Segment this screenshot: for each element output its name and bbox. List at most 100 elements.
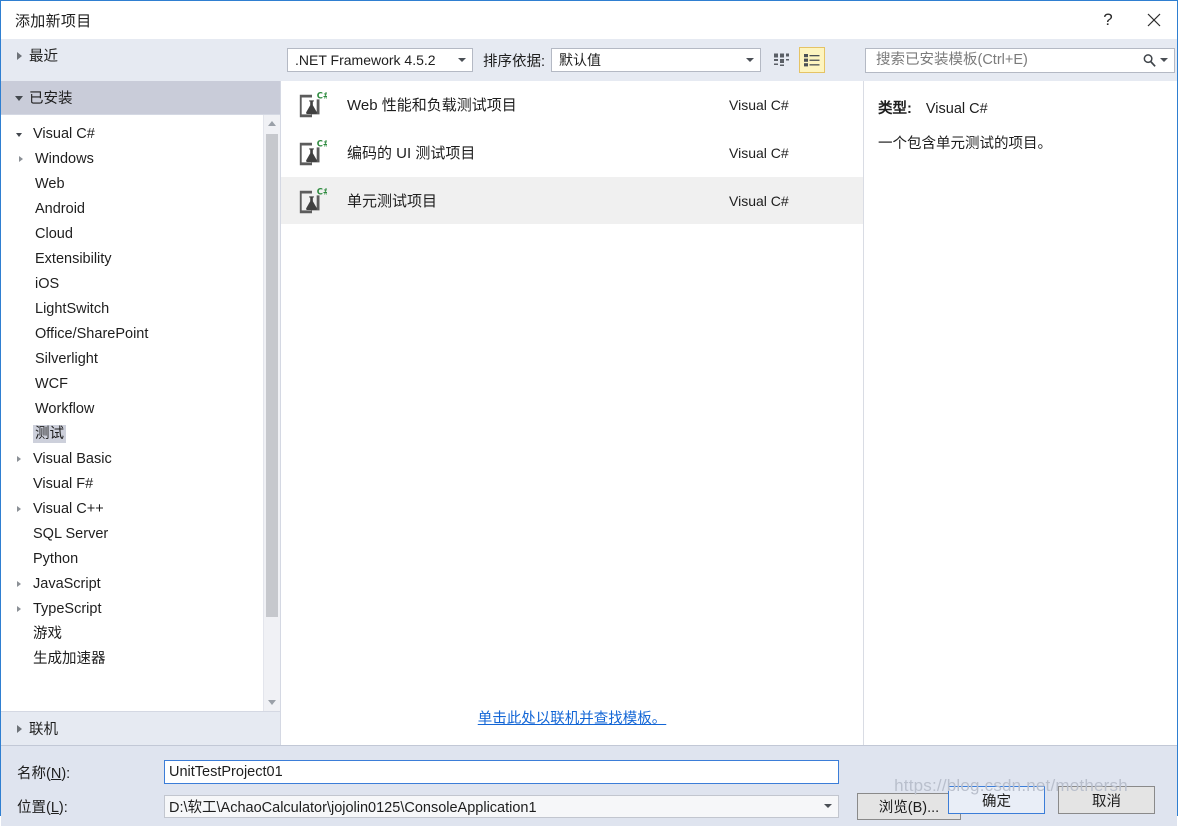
- tree-item[interactable]: Visual F#: [1, 471, 263, 496]
- location-dropdown[interactable]: D:\软工\AchaoCalculator\jojolin0125\Consol…: [164, 794, 839, 818]
- tree-item[interactable]: Extensibility: [1, 246, 263, 271]
- tree-item-label: 游戏: [33, 625, 62, 642]
- toolbar-left-spacer: 最近: [1, 39, 281, 81]
- template-list-item[interactable]: C# Web 性能和负载测试项目 Visual C#: [281, 81, 863, 129]
- tree-item[interactable]: 测试: [1, 421, 263, 446]
- online-templates-link-wrap: 单击此处以联机并查找模板。: [281, 701, 863, 745]
- chevron-down-icon: [452, 58, 472, 62]
- search-box[interactable]: [865, 47, 1175, 73]
- tree-item[interactable]: TypeScript: [1, 596, 263, 621]
- scroll-up-button[interactable]: [264, 115, 280, 132]
- template-list-item[interactable]: C# 单元测试项目 Visual C#: [281, 177, 863, 225]
- tree-item[interactable]: Windows: [1, 146, 263, 171]
- category-tree: Visual C# Windows Web Android Cloud Extensibi…: [1, 114, 280, 712]
- search-button[interactable]: [1140, 49, 1170, 71]
- ok-button[interactable]: 确定: [948, 786, 1045, 814]
- toolbar-row: 最近 .NET Framework 4.5.2 排序依据: 默认值: [1, 39, 1177, 81]
- tree-item-label: Windows: [35, 150, 94, 167]
- group-installed[interactable]: 已安装: [1, 81, 280, 114]
- csharp-test-project-icon: C#: [299, 186, 327, 213]
- tree-item[interactable]: iOS: [1, 271, 263, 296]
- tree-item[interactable]: Silverlight: [1, 346, 263, 371]
- chevron-down-icon: [9, 131, 29, 137]
- help-button[interactable]: ?: [1085, 1, 1131, 39]
- scrollbar-thumb[interactable]: [266, 134, 278, 618]
- tree-item[interactable]: SQL Server: [1, 521, 263, 546]
- svg-text:C#: C#: [317, 138, 327, 148]
- tree-item[interactable]: 游戏: [1, 621, 263, 646]
- detail-type-row: 类型: Visual C#: [878, 97, 1163, 118]
- tree-item-label: TypeScript: [33, 600, 102, 617]
- chevron-right-icon: [9, 724, 29, 733]
- add-new-item-dialog: 添加新项目 ? 最近 .NET Framework 4.5.2 排序依据: 默认…: [0, 0, 1178, 826]
- template-language: Visual C#: [729, 192, 789, 209]
- group-online[interactable]: 联机: [1, 712, 280, 745]
- browse-button[interactable]: 浏览(B)...: [857, 792, 961, 820]
- tree-item[interactable]: Visual C#: [1, 121, 263, 146]
- template-list-item[interactable]: C# 编码的 UI 测试项目 Visual C#: [281, 129, 863, 177]
- chevron-down-icon: [9, 94, 29, 101]
- template-language: Visual C#: [729, 96, 789, 113]
- scrollbar-track[interactable]: [264, 132, 280, 694]
- group-recent-label: 最近: [29, 49, 58, 65]
- template-name: Web 性能和负载测试项目: [347, 97, 517, 114]
- detail-type-value: Visual C#: [925, 101, 988, 117]
- sort-by-value: 默认值: [559, 52, 602, 68]
- search-input[interactable]: [874, 51, 1140, 69]
- sort-by-label: 排序依据:: [483, 53, 546, 70]
- scroll-down-button[interactable]: [264, 694, 280, 711]
- detail-description: 一个包含单元测试的项目。: [878, 136, 1052, 152]
- tree-item-label: JavaScript: [33, 575, 101, 592]
- categories-panel: 已安装 Visual C# Windows Web Android Cloud Exten…: [1, 81, 281, 745]
- online-templates-link[interactable]: 单击此处以联机并查找模板。: [478, 707, 667, 728]
- name-row: 名称(N):: [1, 758, 1177, 786]
- view-mode-buttons: [769, 47, 826, 73]
- templates-panel: C# Web 性能和负载测试项目 Visual C# C# 编码的 UI 测试项目 Vis…: [281, 81, 864, 745]
- list-view-button[interactable]: [799, 47, 826, 73]
- close-button[interactable]: [1131, 1, 1177, 39]
- search-wrap: [865, 47, 1175, 73]
- csharp-test-project-icon: C#: [299, 138, 327, 165]
- template-name: 编码的 UI 测试项目: [347, 145, 476, 162]
- tree-item[interactable]: Android: [1, 196, 263, 221]
- tree-item[interactable]: LightSwitch: [1, 296, 263, 321]
- tree-item[interactable]: JavaScript: [1, 571, 263, 596]
- tree-item-label: Visual C#: [33, 125, 95, 142]
- group-recent[interactable]: 最近: [1, 39, 281, 72]
- tree-item[interactable]: Web: [1, 171, 263, 196]
- details-panel: 类型: Visual C# 一个包含单元测试的项目。: [864, 81, 1177, 745]
- chevron-right-icon: [11, 155, 31, 162]
- group-online-label: 联机: [29, 722, 58, 738]
- tree-item[interactable]: Cloud: [1, 221, 263, 246]
- category-tree-scrollbar[interactable]: [263, 115, 280, 711]
- csharp-test-project-icon: C#: [299, 90, 327, 117]
- svg-text:C#: C#: [317, 186, 327, 196]
- tree-item-label: WCF: [35, 375, 69, 392]
- bottom-form: 名称(N): 位置(L): D:\软工\AchaoCalculator\jojo…: [1, 745, 1177, 826]
- cancel-button[interactable]: 取消: [1058, 786, 1155, 814]
- template-icon: C#: [291, 186, 333, 216]
- tree-item[interactable]: Visual C++: [1, 496, 263, 521]
- tree-item-label: Silverlight: [35, 350, 98, 367]
- tree-item-label: Web: [35, 175, 65, 192]
- tree-item[interactable]: Python: [1, 546, 263, 571]
- chevron-right-icon: [9, 51, 29, 60]
- tiles-view-button[interactable]: [769, 47, 795, 73]
- sort-by-dropdown[interactable]: 默认值: [551, 48, 762, 72]
- tree-item-label: 测试: [33, 424, 66, 443]
- tree-item[interactable]: Visual Basic: [1, 446, 263, 471]
- tiles-view-icon: [774, 53, 790, 66]
- tree-item-label: iOS: [35, 275, 60, 292]
- framework-dropdown[interactable]: .NET Framework 4.5.2: [287, 48, 473, 72]
- list-view-icon: [804, 54, 820, 67]
- search-toolbar: [864, 39, 1177, 81]
- tree-item[interactable]: Office/SharePoint: [1, 321, 263, 346]
- name-input[interactable]: [164, 760, 839, 784]
- tree-item[interactable]: WCF: [1, 371, 263, 396]
- triangle-down-icon: [268, 700, 276, 705]
- toolbar-right: [864, 39, 1177, 81]
- chevron-down-icon: [740, 58, 760, 62]
- tree-item[interactable]: Workflow: [1, 396, 263, 421]
- location-label: 位置(L):: [17, 799, 68, 816]
- tree-item[interactable]: 生成加速器: [1, 646, 263, 671]
